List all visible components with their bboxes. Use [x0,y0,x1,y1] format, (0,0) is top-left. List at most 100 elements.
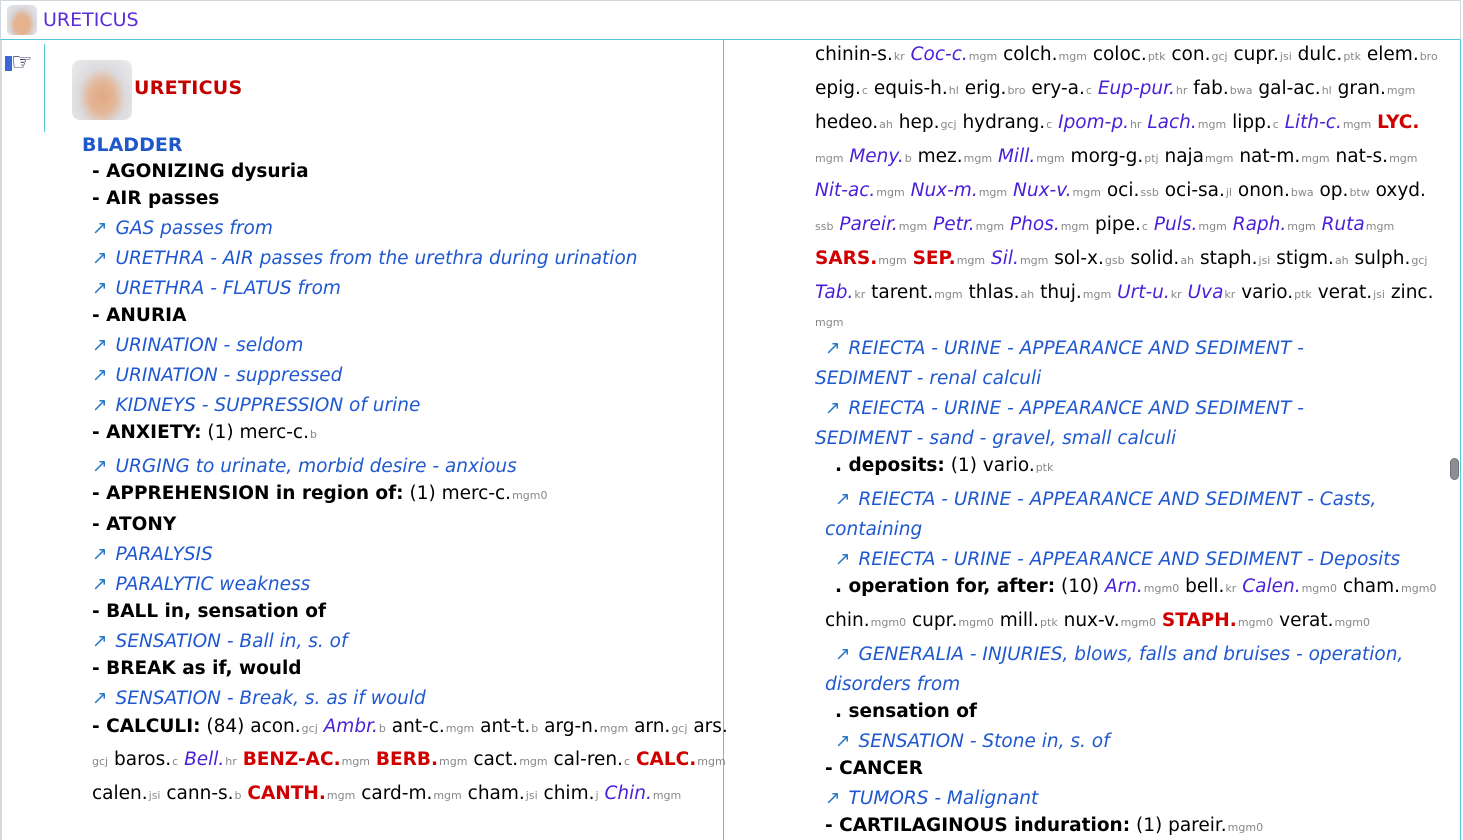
cross-reference[interactable]: ↗ GENERALIA - INJURIES, blows, falls and … [835,644,1403,665]
remedy-link[interactable]: Sil.mgm [991,248,1048,269]
remedy-link[interactable]: Eup-pur.hr [1098,78,1188,99]
cross-reference-continued[interactable]: containing [825,519,922,540]
remedy-link[interactable]: vario.ptk [983,455,1054,476]
remedy-link[interactable]: cupr.jsi [1233,44,1291,65]
rubric-label[interactable]: - CARTILAGINOUS induration: [825,815,1130,836]
remedy-link[interactable]: STAPH.mgm0 [1162,610,1273,631]
scrollbar-thumb[interactable] [1450,458,1459,480]
cross-reference[interactable]: ↗ SENSATION - Ball in, s. of [92,631,347,652]
cross-reference[interactable]: ↗ URETHRA - FLATUS from [92,278,341,299]
remedy-link[interactable]: oci-sa.jl [1165,180,1232,201]
cross-reference-continued[interactable]: SEDIMENT - sand - gravel, small calculi [815,428,1176,449]
cross-reference[interactable]: ↗ PARALYSIS [92,544,213,565]
rubric-label[interactable]: . deposits: [835,455,945,476]
remedy-link[interactable]: sol-x.gsb [1054,248,1124,269]
rubric-label[interactable]: - ANXIETY: [92,422,202,443]
remedy-link[interactable]: cham.jsi [468,783,538,804]
rubric-label[interactable]: - APPREHENSION in region of: [92,483,404,504]
remedy-link[interactable]: chin.mgm0 [825,610,906,631]
remedy-link[interactable]: ant-c.mgm [392,716,474,737]
remedy-link[interactable]: oci.ssb [1107,180,1159,201]
remedy-link[interactable]: zinc. [1391,282,1434,303]
remedy-link[interactable]: tarent.mgm [871,282,962,303]
remedy-link[interactable]: stigm.ah [1276,248,1348,269]
remedy-link[interactable]: Rutamgm [1322,214,1395,235]
rubric-label[interactable]: . sensation of [835,701,977,722]
remedy-link[interactable]: cupr.mgm0 [912,610,994,631]
cross-reference[interactable]: ↗ URETHRA - AIR passes from the urethra d… [92,248,638,269]
remedy-link[interactable]: nux-v.mgm0 [1064,610,1156,631]
remedy-link[interactable]: cact.mgm [473,749,547,770]
remedy-link[interactable]: op.btw [1319,180,1369,201]
cross-reference[interactable]: ↗ REIECTA - URINE - APPEARANCE AND SEDIME… [825,398,1304,419]
remedy-link[interactable]: Nux-v.mgm [1013,180,1101,201]
remedy-link[interactable]: SEP.mgm [913,248,986,269]
remedy-link[interactable]: hep.gcj [899,112,957,133]
remedy-link[interactable]: pipe.c [1095,214,1148,235]
cross-reference-continued[interactable]: disorders from [825,674,960,695]
remedy-link[interactable]: mill.ptk [1000,610,1058,631]
cross-reference[interactable]: ↗ URGING to urinate, morbid desire - anxi… [92,456,517,477]
cross-reference[interactable]: ↗ PARALYTIC weakness [92,574,310,595]
remedy-link[interactable]: erig.bro [965,78,1026,99]
remedy-link[interactable]: ars. [693,716,727,737]
rubric-label[interactable]: - CALCULI: [92,716,200,737]
cross-reference[interactable]: ↗ URINATION - seldom [92,335,303,356]
remedy-link[interactable]: verat.mgm0 [1279,610,1370,631]
remedy-link[interactable]: arg-n.mgm [544,716,628,737]
cross-reference[interactable]: ↗ URINATION - suppressed [92,365,342,386]
remedy-link[interactable]: epig.c [815,78,868,99]
remedy-link[interactable]: ant-t.b [480,716,538,737]
remedy-link[interactable]: acon.gcj [250,716,318,737]
remedy-link[interactable]: Calen.mgm0 [1242,576,1337,597]
remedy-link[interactable]: Urt-u.kr [1117,282,1182,303]
pointing-hand-icon[interactable]: ☞ [3,50,41,75]
cross-reference[interactable]: ↗ KIDNEYS - SUPPRESSION of urine [92,395,420,416]
cross-reference[interactable]: ↗ GAS passes from [92,218,273,239]
cross-reference[interactable]: ↗ REIECTA - URINE - APPEARANCE AND SEDIME… [825,338,1304,359]
remedy-link[interactable]: Ipom-p.hr [1058,112,1141,133]
remedy-link[interactable]: thuj.mgm [1040,282,1111,303]
remedy-link[interactable]: Puls.mgm [1154,214,1227,235]
remedy-link[interactable]: BERB.mgm [376,749,468,770]
remedy-link[interactable]: Lach.mgm [1147,112,1226,133]
remedy-link[interactable]: morg-g.ptj [1071,146,1159,167]
remedy-link[interactable]: najamgm [1164,146,1233,167]
remedy-link[interactable]: chim.j [544,783,599,804]
remedy-link[interactable]: hedeo.ah [815,112,893,133]
rubric-label[interactable]: - CANCER [825,758,923,779]
remedy-link[interactable]: bell.kr [1185,576,1236,597]
cross-reference-continued[interactable]: SEDIMENT - renal calculi [815,368,1041,389]
remedy-link[interactable]: thlas.ah [968,282,1034,303]
remedy-link[interactable]: CANTH.mgm [247,783,355,804]
remedy-link[interactable]: nat-s.mgm [1336,146,1418,167]
cross-reference[interactable]: ↗ SENSATION - Stone in, s. of [835,731,1110,752]
rubric-label[interactable]: - ATONY [92,514,176,535]
cross-reference[interactable]: ↗ TUMORS - Malignant [825,788,1038,809]
remedy-link[interactable]: baros.c [114,749,178,770]
remedy-link[interactable]: arn.gcj [634,716,687,737]
remedy-link[interactable]: mez.mgm [918,146,992,167]
remedy-link[interactable]: con.gcj [1171,44,1227,65]
remedy-link[interactable]: Bell.hr [184,749,237,770]
remedy-link[interactable]: Nux-m.mgm [911,180,1008,201]
remedy-link[interactable]: coloc.ptk [1093,44,1166,65]
remedy-link[interactable]: cann-s.b [166,783,241,804]
remedy-link[interactable]: equis-h.hl [874,78,959,99]
remedy-link[interactable]: staph.jsi [1200,248,1270,269]
remedy-link[interactable]: Tab.kr [815,282,865,303]
remedy-link[interactable]: Mill.mgm [998,146,1065,167]
remedy-link[interactable]: oxyd. [1376,180,1426,201]
cross-reference[interactable]: ↗ SENSATION - Break, s. as if would [92,688,426,709]
rubric-label[interactable]: - AIR passes [92,188,219,209]
remedy-link[interactable]: vario.ptk [1241,282,1312,303]
rubric-label[interactable]: - BREAK as if, would [92,658,302,679]
remedy-link[interactable]: Petr.mgm [933,214,1004,235]
remedy-link[interactable]: Pareir.mgm [839,214,927,235]
remedy-link[interactable]: LYC. [1377,112,1419,133]
remedy-link[interactable]: gran.mgm [1338,78,1416,99]
cross-reference[interactable]: ↗ REIECTA - URINE - APPEARANCE AND SEDIME… [835,489,1376,510]
remedy-link[interactable]: merc-c.mgm0 [442,483,548,504]
cross-reference[interactable]: ↗ REIECTA - URINE - APPEARANCE AND SEDIME… [835,549,1400,570]
remedy-link[interactable]: verat.jsi [1318,282,1385,303]
